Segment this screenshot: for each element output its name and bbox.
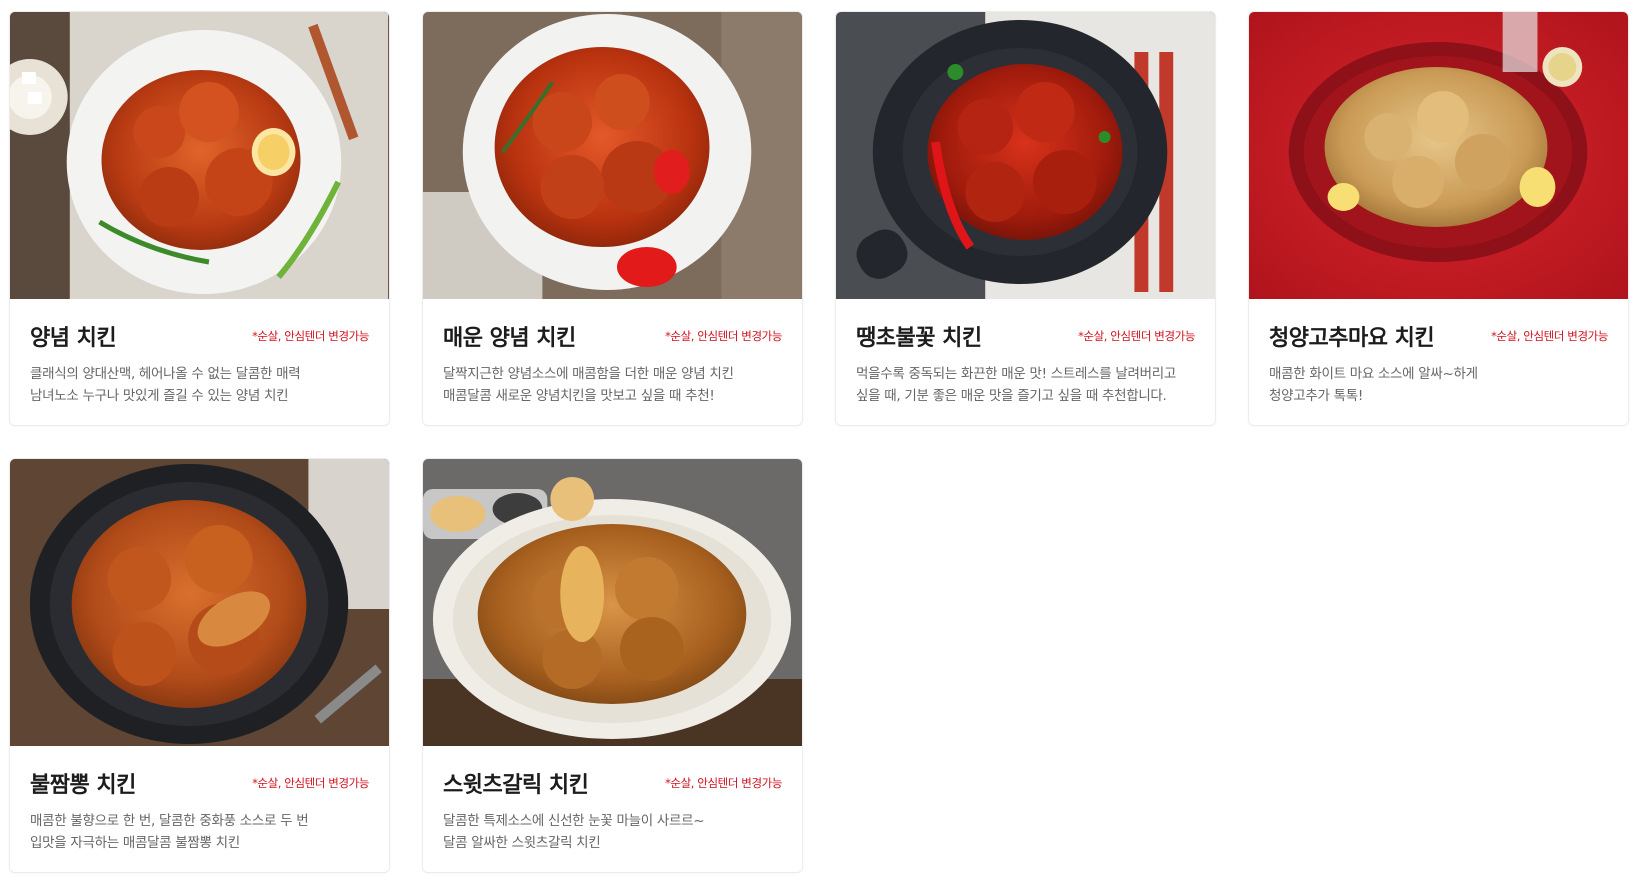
ttaengcho-fire-chicken-photo[interactable] (836, 12, 1215, 299)
boneless-option-note: *순살, 안심텐더 변경가능 (665, 329, 782, 343)
description-line: 남녀노소 누구나 맛있게 즐길 수 있는 양념 치킨 (30, 388, 289, 404)
menu-description: 달콤한 특제소스에 신선한 눈꽃 마늘이 사르르~ 달콤 알싸한 스윗츠갈릭 치… (443, 810, 782, 854)
buljjamppong-chicken-photo[interactable] (10, 459, 389, 746)
menu-title: 불짬뽕 치킨 (30, 773, 136, 798)
menu-title: 매운 양념 치킨 (443, 326, 576, 351)
menu-card-spicy-yangnyeom[interactable]: 매운 양념 치킨 *순살, 안심텐더 변경가능 달짝지근한 양념소스에 매콤함을… (422, 11, 803, 426)
card-title-row: 스윗츠갈릭 치킨 *순살, 안심텐더 변경가능 (443, 768, 782, 798)
description-line: 매콤한 화이트 마요 소스에 알싸~하게 (1269, 366, 1478, 382)
menu-card-cheongyang-mayo[interactable]: 청양고추마요 치킨 *순살, 안심텐더 변경가능 매콤한 화이트 마요 소스에 … (1248, 11, 1629, 426)
card-info: 청양고추마요 치킨 *순살, 안심텐더 변경가능 매콤한 화이트 마요 소스에 … (1249, 299, 1628, 407)
menu-card-yangnyeom[interactable]: 양념 치킨 *순살, 안심텐더 변경가능 클래식의 양대산맥, 헤어나올 수 없… (9, 11, 390, 426)
menu-description: 매콤한 화이트 마요 소스에 알싸~하게 청양고추가 톡톡! (1269, 363, 1608, 407)
card-info: 불짬뽕 치킨 *순살, 안심텐더 변경가능 매콤한 불향으로 한 번, 달콤한 … (10, 746, 389, 854)
description-line: 클래식의 양대산맥, 헤어나올 수 없는 달콤한 매력 (30, 366, 301, 382)
description-line: 달콤한 특제소스에 신선한 눈꽃 마늘이 사르르~ (443, 813, 705, 829)
menu-card-ttaengcho-fire[interactable]: 땡초불꽃 치킨 *순살, 안심텐더 변경가능 먹을수록 중독되는 화끈한 매운 … (835, 11, 1216, 426)
card-title-row: 양념 치킨 *순살, 안심텐더 변경가능 (30, 321, 369, 351)
card-title-row: 매운 양념 치킨 *순살, 안심텐더 변경가능 (443, 321, 782, 351)
description-line: 청양고추가 톡톡! (1269, 388, 1363, 404)
menu-card-buljjamppong[interactable]: 불짬뽕 치킨 *순살, 안심텐더 변경가능 매콤한 불향으로 한 번, 달콤한 … (9, 458, 390, 873)
boneless-option-note: *순살, 안심텐더 변경가능 (252, 329, 369, 343)
menu-description: 달짝지근한 양념소스에 매콤함을 더한 매운 양념 치킨 매콤달콤 새로운 양념… (443, 363, 782, 407)
menu-description: 클래식의 양대산맥, 헤어나올 수 없는 달콤한 매력 남녀노소 누구나 맛있게… (30, 363, 369, 407)
description-line: 싶을 때, 기분 좋은 매운 맛을 즐기고 싶을 때 추천합니다. (856, 388, 1167, 404)
menu-title: 스윗츠갈릭 치킨 (443, 773, 589, 798)
menu-grid: 양념 치킨 *순살, 안심텐더 변경가능 클래식의 양대산맥, 헤어나올 수 없… (9, 11, 1629, 873)
card-title-row: 땡초불꽃 치킨 *순살, 안심텐더 변경가능 (856, 321, 1195, 351)
boneless-option-note: *순살, 안심텐더 변경가능 (252, 776, 369, 790)
cheongyang-mayo-chicken-photo[interactable] (1249, 12, 1628, 299)
card-info: 매운 양념 치킨 *순살, 안심텐더 변경가능 달짝지근한 양념소스에 매콤함을… (423, 299, 802, 407)
menu-card-sweets-garlic[interactable]: 스윗츠갈릭 치킨 *순살, 안심텐더 변경가능 달콤한 특제소스에 신선한 눈꽃… (422, 458, 803, 873)
description-line: 먹을수록 중독되는 화끈한 매운 맛! 스트레스를 날려버리고 (856, 366, 1176, 382)
boneless-option-note: *순살, 안심텐더 변경가능 (1078, 329, 1195, 343)
menu-title: 땡초불꽃 치킨 (856, 326, 982, 351)
description-line: 매콤한 불향으로 한 번, 달콤한 중화풍 소스로 두 번 (30, 813, 309, 829)
menu-description: 먹을수록 중독되는 화끈한 매운 맛! 스트레스를 날려버리고 싶을 때, 기분… (856, 363, 1195, 407)
menu-title: 청양고추마요 치킨 (1269, 326, 1435, 351)
description-line: 입맛을 자극하는 매콤달콤 불짬뽕 치킨 (30, 835, 240, 851)
card-title-row: 불짬뽕 치킨 *순살, 안심텐더 변경가능 (30, 768, 369, 798)
boneless-option-note: *순살, 안심텐더 변경가능 (665, 776, 782, 790)
yangnyeom-chicken-photo[interactable] (10, 12, 389, 299)
boneless-option-note: *순살, 안심텐더 변경가능 (1491, 329, 1608, 343)
menu-description: 매콤한 불향으로 한 번, 달콤한 중화풍 소스로 두 번 입맛을 자극하는 매… (30, 810, 369, 854)
description-line: 달짝지근한 양념소스에 매콤함을 더한 매운 양념 치킨 (443, 366, 734, 382)
menu-title: 양념 치킨 (30, 326, 117, 351)
sweets-garlic-chicken-photo[interactable] (423, 459, 802, 746)
card-info: 양념 치킨 *순살, 안심텐더 변경가능 클래식의 양대산맥, 헤어나올 수 없… (10, 299, 389, 407)
description-line: 달콤 알싸한 스윗츠갈릭 치킨 (443, 835, 601, 851)
spicy-yangnyeom-chicken-photo[interactable] (423, 12, 802, 299)
card-info: 스윗츠갈릭 치킨 *순살, 안심텐더 변경가능 달콤한 특제소스에 신선한 눈꽃… (423, 746, 802, 854)
description-line: 매콤달콤 새로운 양념치킨을 맛보고 싶을 때 추천! (443, 388, 715, 404)
card-info: 땡초불꽃 치킨 *순살, 안심텐더 변경가능 먹을수록 중독되는 화끈한 매운 … (836, 299, 1215, 407)
card-title-row: 청양고추마요 치킨 *순살, 안심텐더 변경가능 (1269, 321, 1608, 351)
